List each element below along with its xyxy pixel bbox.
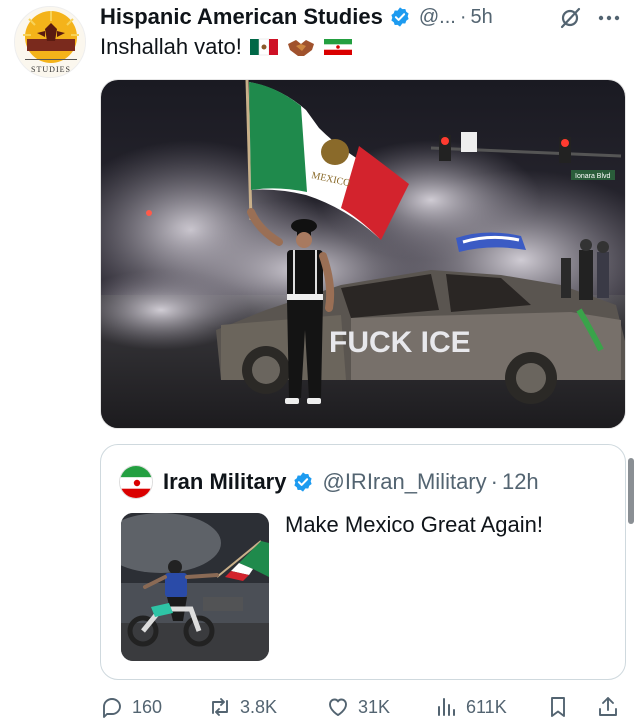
quoted-media-image[interactable] xyxy=(121,513,269,661)
quoted-separator-dot: · xyxy=(490,469,498,494)
like-button[interactable]: 31K xyxy=(326,690,390,724)
post-text-content: Inshallah vato! xyxy=(100,34,242,59)
quoted-author-avatar[interactable] xyxy=(119,465,153,499)
view-count: 611K xyxy=(466,696,507,717)
handshake-icon xyxy=(287,40,314,56)
protest-photo: Ionara Blvd FUCK ICE MEXICO xyxy=(101,80,625,428)
avatar-label: STUDIES xyxy=(31,65,71,74)
like-count: 31K xyxy=(358,696,391,717)
views-chart-icon xyxy=(438,698,455,716)
post-timestamp[interactable]: 5h xyxy=(471,6,493,29)
verified-badge-icon xyxy=(391,7,409,27)
author-name[interactable]: Hispanic American Studies xyxy=(100,4,383,30)
post-text: Inshallah vato! xyxy=(100,34,352,60)
mexico-flag-icon xyxy=(249,38,278,56)
bookmark-icon xyxy=(551,697,565,717)
quoted-post[interactable]: Iran Military @IRIran_Military · 12h Mak… xyxy=(100,444,626,680)
share-icon xyxy=(599,697,617,716)
post-media-image[interactable]: Ionara Blvd FUCK ICE MEXICO xyxy=(100,79,626,429)
repost-count: 3.8K xyxy=(240,696,278,717)
bookmark-button[interactable] xyxy=(546,690,578,724)
more-options-icon[interactable] xyxy=(598,14,620,22)
quoted-author-name[interactable]: Iran Military xyxy=(163,469,286,495)
quoted-verified-badge-icon xyxy=(294,472,313,492)
iran-flag-icon xyxy=(323,39,352,55)
author-avatar[interactable]: STUDIES xyxy=(14,6,86,78)
grok-icon[interactable] xyxy=(558,6,582,30)
post-header: Hispanic American Studies @... · 5h xyxy=(100,2,630,32)
quoted-post-header: Iran Military @IRIran_Military · 12h xyxy=(119,465,539,499)
quoted-author-handle[interactable]: @IRIran_Military xyxy=(322,469,486,495)
repost-button[interactable]: 3.8K xyxy=(208,690,277,724)
street-sign-text: Ionara Blvd xyxy=(575,173,611,180)
post-action-bar: 160 3.8K 31K 611K xyxy=(100,690,630,724)
separator-dot: · xyxy=(459,5,467,28)
reply-button[interactable]: 160 xyxy=(100,690,162,724)
quoted-post-text: Make Mexico Great Again! xyxy=(285,512,544,537)
repost-icon xyxy=(212,698,228,716)
heart-icon xyxy=(329,698,347,716)
reply-count: 160 xyxy=(132,696,163,717)
iran-flag-avatar-icon xyxy=(120,466,152,498)
author-handle[interactable]: @... xyxy=(419,6,456,29)
share-button[interactable] xyxy=(596,690,628,724)
views-button[interactable]: 611K xyxy=(434,690,507,724)
car-graffiti-text: FUCK ICE xyxy=(329,326,471,359)
reply-icon xyxy=(103,698,121,718)
motorcycle-photo xyxy=(121,513,269,661)
scrollbar-thumb[interactable] xyxy=(628,458,634,524)
quoted-timestamp: 12h xyxy=(501,469,539,494)
